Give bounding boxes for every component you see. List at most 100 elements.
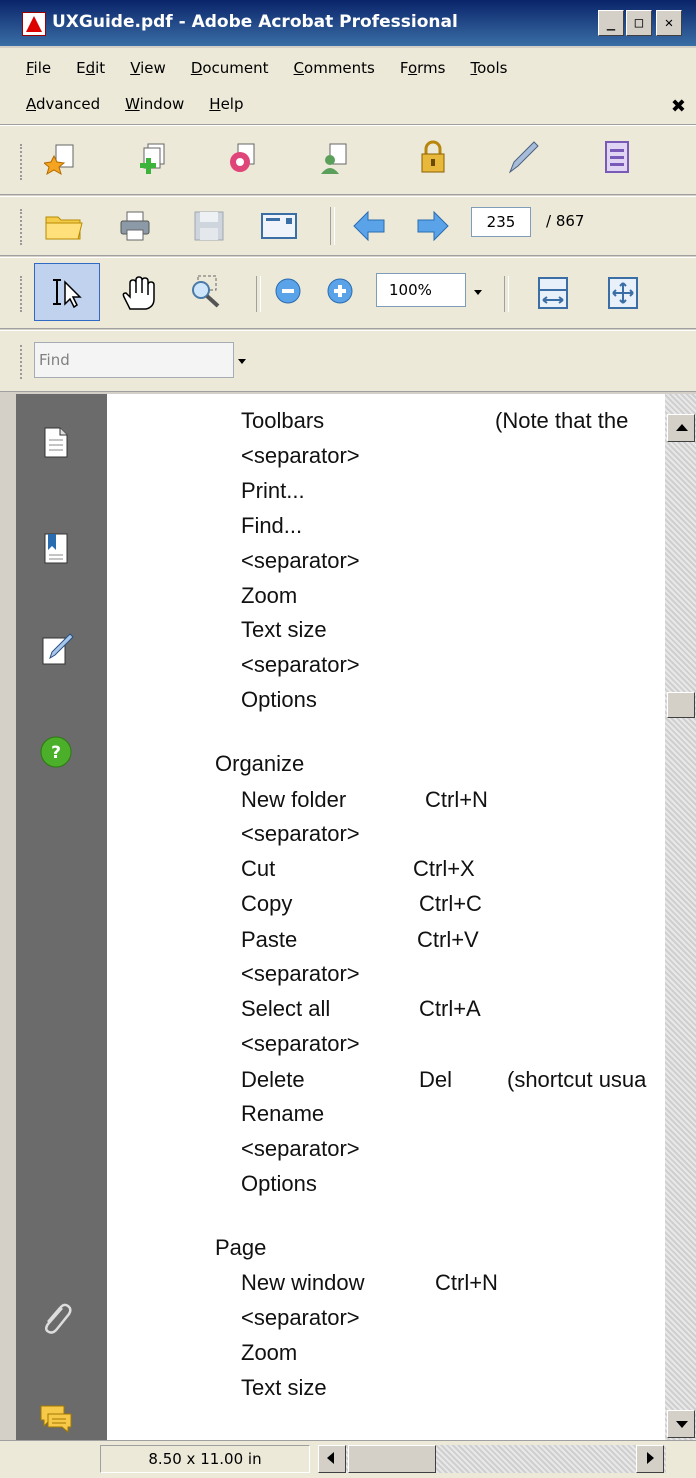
fit-page-icon[interactable] (606, 276, 640, 310)
menu-advanced[interactable]: Advanced (26, 95, 111, 113)
pages-icon[interactable] (38, 424, 74, 460)
menu-row-1: File Edit View Document Comments Forms T… (0, 50, 696, 86)
menu-advanced-label: dvanced (36, 95, 101, 113)
zoom-level-input[interactable]: 100% (376, 273, 466, 307)
doc-line: Zoom (241, 1340, 298, 1365)
find-dropdown[interactable] (238, 359, 246, 364)
scroll-down-button[interactable] (667, 1410, 695, 1438)
arrow-down-icon (676, 1421, 688, 1428)
menu-help-accel: H (209, 95, 221, 113)
signatures-icon[interactable] (38, 630, 74, 666)
menu-view[interactable]: View (130, 59, 177, 77)
zoom-marquee-icon[interactable] (188, 274, 222, 308)
combine-files-icon[interactable] (136, 142, 170, 176)
select-tool-button[interactable] (34, 263, 100, 321)
export-icon[interactable] (226, 142, 260, 176)
print-icon[interactable] (118, 209, 152, 243)
doc-line: Paste (241, 927, 298, 952)
scroll-up-button[interactable] (667, 414, 695, 442)
previous-page-icon[interactable] (352, 209, 386, 243)
zoom-in-icon[interactable] (326, 277, 354, 305)
forms-icon[interactable] (600, 140, 634, 174)
secure-icon[interactable] (416, 140, 450, 174)
zoom-dropdown[interactable] (474, 290, 482, 295)
doc-line: Rename (241, 1101, 325, 1126)
acrobat-icon[interactable] (22, 12, 46, 36)
toolbar-grip[interactable] (20, 276, 26, 312)
doc-shortcut: Ctrl+N (435, 1270, 498, 1295)
vertical-scrollbar[interactable] (665, 394, 696, 1440)
email-icon[interactable] (260, 209, 298, 243)
menu-advanced-accel: A (26, 95, 36, 113)
page-number-input[interactable]: 235 (471, 207, 531, 237)
attachments-icon[interactable] (38, 1300, 74, 1336)
toolbar-separator (330, 207, 335, 245)
doc-line: <separator> (241, 1136, 360, 1161)
menu-edit[interactable]: Edit (76, 59, 116, 77)
status-bar: 8.50 x 11.00 in (0, 1440, 696, 1478)
menu-row-2: Advanced Window Help ✖ (0, 86, 696, 122)
horizontal-scrollbar[interactable] (318, 1445, 666, 1473)
select-zoom-toolbar (0, 257, 696, 329)
find-input[interactable]: Find (34, 342, 234, 378)
doc-line: <separator> (241, 652, 360, 677)
select-tool-icon (53, 279, 82, 309)
doc-heading: Organize (215, 751, 305, 776)
page-size-display: 8.50 x 11.00 in (100, 1445, 310, 1473)
doc-shortcut: Ctrl+C (419, 891, 482, 916)
page-total: / 867 (546, 212, 585, 230)
toolbar-grip[interactable] (20, 144, 26, 180)
help-icon[interactable]: ? (38, 734, 74, 770)
doc-line: Text size (241, 617, 327, 642)
comments-icon[interactable] (38, 1400, 74, 1436)
scroll-right-button[interactable] (636, 1445, 664, 1473)
menu-comments-label: omments (304, 59, 375, 77)
vertical-scroll-thumb[interactable] (667, 692, 695, 718)
minimize-button[interactable]: _ (598, 10, 624, 36)
toolbar-grip[interactable] (20, 345, 26, 379)
menu-bar: File Edit View Document Comments Forms T… (0, 48, 696, 125)
fit-width-icon[interactable] (536, 276, 570, 310)
scroll-left-button[interactable] (318, 1445, 346, 1473)
doc-shortcut: Ctrl+A (419, 996, 481, 1021)
menu-view-accel: V (130, 59, 141, 77)
arrow-right-icon (647, 1452, 654, 1464)
close-document-button[interactable]: ✖ (671, 96, 686, 117)
toolbar-separator (256, 276, 261, 312)
open-folder-icon[interactable] (44, 209, 84, 243)
menu-file[interactable]: File (26, 59, 62, 77)
doc-line: <separator> (241, 1031, 360, 1056)
next-page-icon[interactable] (416, 209, 450, 243)
doc-line: <separator> (241, 1305, 360, 1330)
doc-line: <separator> (241, 443, 360, 468)
create-pdf-icon[interactable] (44, 142, 78, 176)
menu-comments[interactable]: Comments (294, 59, 386, 77)
doc-note: (shortcut usua (507, 1067, 647, 1092)
hand-tool-icon[interactable] (118, 275, 158, 313)
zoom-out-icon[interactable] (274, 277, 302, 305)
menu-window[interactable]: Window (125, 95, 195, 113)
close-button[interactable]: ✕ (656, 10, 682, 36)
doc-line: Options (241, 1171, 317, 1196)
menu-forms-accel: o (407, 59, 418, 77)
menu-edit-pre: E (76, 59, 86, 77)
doc-line: Options (241, 687, 317, 712)
title-bar[interactable]: UXGuide.pdf - Adobe Acrobat Professional… (0, 0, 696, 46)
save-icon[interactable] (192, 209, 226, 243)
menu-document-label: ocument (202, 59, 269, 77)
bookmarks-icon[interactable] (38, 530, 74, 566)
menu-forms-label: rms (417, 59, 446, 77)
menu-document[interactable]: Document (191, 59, 280, 77)
menu-tools[interactable]: Tools (471, 59, 519, 77)
menu-forms[interactable]: Forms (400, 59, 457, 77)
menu-help[interactable]: Help (209, 95, 254, 113)
document-page[interactable]: Toolbars (Note that the <separator> Prin… (107, 394, 665, 1440)
horizontal-scroll-thumb[interactable] (348, 1445, 436, 1473)
menu-forms-pre: F (399, 59, 408, 77)
navigation-pane: ? (16, 394, 107, 1440)
doc-line: Delete (241, 1067, 305, 1092)
maximize-button[interactable]: □ (626, 10, 652, 36)
toolbar-grip[interactable] (20, 209, 26, 245)
review-icon[interactable] (318, 142, 352, 176)
sign-icon[interactable] (506, 140, 540, 174)
